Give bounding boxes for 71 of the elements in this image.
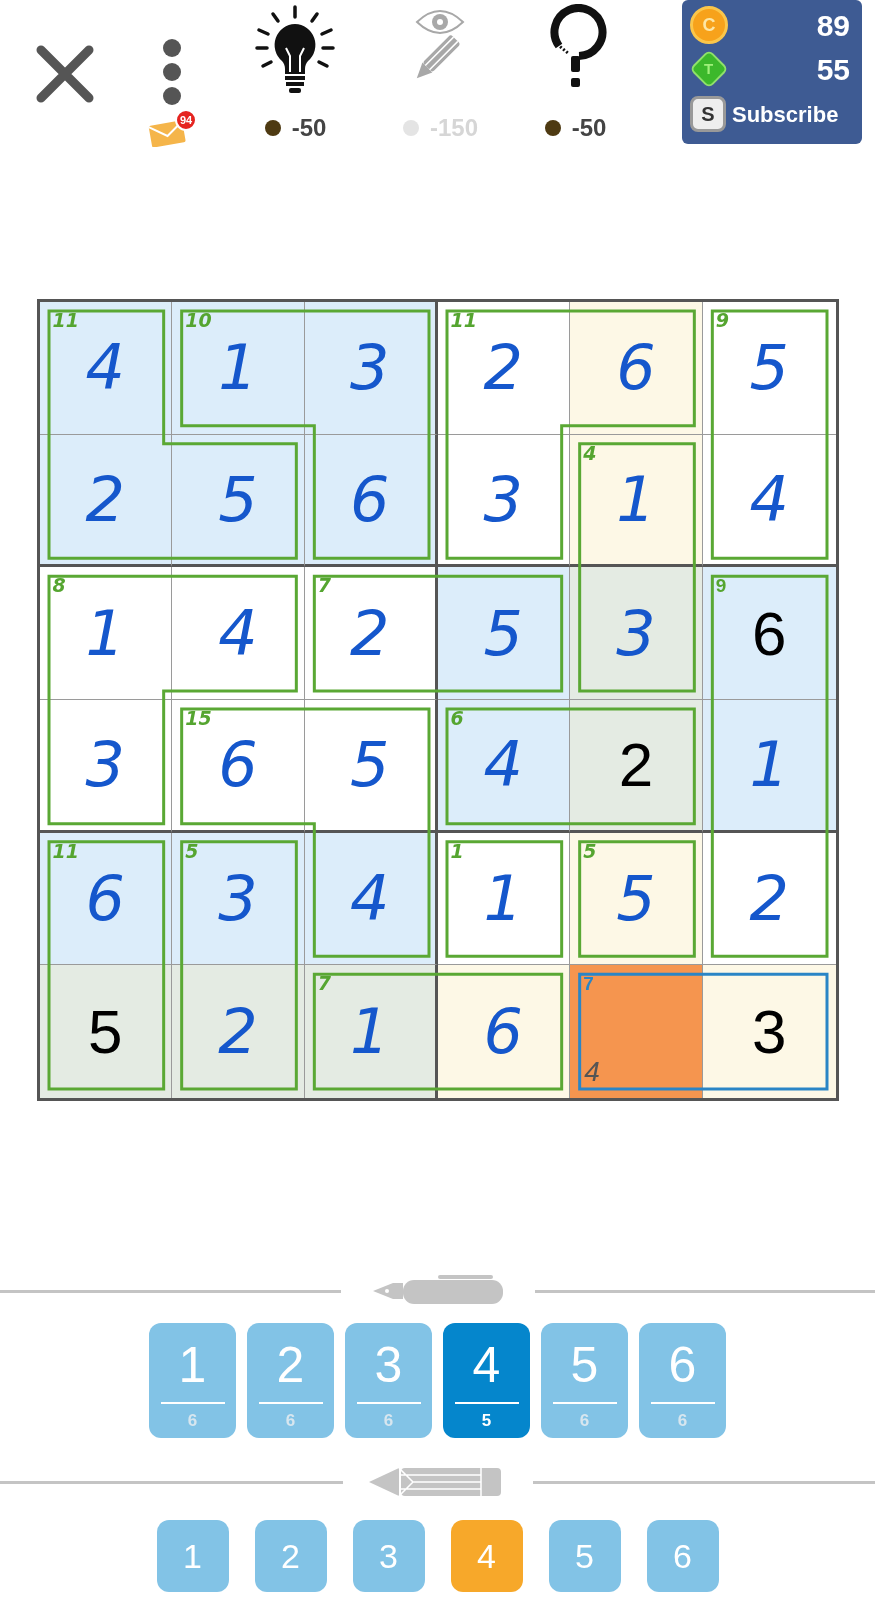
notification-badge: 94 bbox=[175, 109, 197, 131]
remaining-count: 6 bbox=[187, 1410, 198, 1432]
grid-cell[interactable]: 1 10 bbox=[172, 302, 305, 435]
grid-cell[interactable]: 7 4 bbox=[570, 965, 703, 1098]
grid-cell[interactable]: 5 bbox=[172, 434, 305, 568]
grid-cell[interactable]: 5 bbox=[437, 567, 571, 700]
grid-cell[interactable]: 3 bbox=[304, 302, 438, 435]
grid-cell[interactable]: 6 bbox=[304, 434, 438, 568]
light-bulb-icon[interactable] bbox=[253, 4, 337, 96]
remaining-count: 6 bbox=[383, 1410, 394, 1432]
cage-sum: 7 bbox=[583, 974, 594, 994]
cage-sum: 11 bbox=[52, 311, 79, 330]
menu-icon[interactable] bbox=[160, 38, 184, 106]
token-icon: T bbox=[690, 50, 728, 88]
cage-sum: 4 bbox=[583, 443, 597, 463]
grid-cell[interactable]: 1 1 bbox=[437, 832, 571, 966]
coin-icon bbox=[401, 119, 420, 137]
cage-sum: 11 bbox=[450, 311, 477, 330]
s-logo-icon: S bbox=[690, 96, 726, 132]
coin-icon bbox=[263, 119, 282, 137]
grid-cell[interactable]: 2 bbox=[39, 434, 173, 568]
grid-cell[interactable]: 6 bbox=[570, 302, 703, 435]
grid-cell[interactable]: 4 11 bbox=[39, 302, 173, 435]
grid-cell[interactable]: 3 bbox=[702, 965, 836, 1098]
grid-cell[interactable]: 2 bbox=[172, 965, 305, 1098]
remaining-count: 6 bbox=[677, 1410, 688, 1432]
grid-cell[interactable]: 3 bbox=[437, 434, 571, 568]
cage-sum: 9 bbox=[715, 576, 727, 596]
grid-cell[interactable]: 1 7 bbox=[304, 965, 438, 1098]
cost-label: -50 bbox=[571, 113, 607, 143]
grid-cell[interactable]: 1 4 bbox=[570, 434, 703, 568]
grid-cell[interactable]: 6 9 bbox=[702, 567, 836, 700]
grid-cell[interactable]: 2 11 bbox=[437, 302, 571, 435]
cage-sum: 7 bbox=[317, 974, 332, 994]
cage-sum: 5 bbox=[583, 841, 597, 861]
grid-cell[interactable]: 3 5 bbox=[172, 832, 305, 966]
grid-cell[interactable]: 4 bbox=[172, 567, 305, 700]
grid-cell[interactable]: 4 6 bbox=[437, 700, 571, 833]
grid-cell[interactable]: 2 bbox=[570, 700, 703, 833]
grid-cell[interactable]: 6 11 bbox=[39, 832, 173, 966]
remaining-count: 5 bbox=[481, 1410, 492, 1432]
cage-sum: 6 bbox=[450, 709, 464, 728]
coin-count: 89 bbox=[816, 7, 851, 44]
grid-cell[interactable]: 5 bbox=[39, 965, 173, 1098]
cage-sum: 15 bbox=[185, 709, 212, 728]
grid-cell[interactable]: 6 15 bbox=[172, 700, 305, 833]
cage-sum: 9 bbox=[715, 311, 730, 330]
remaining-count: 6 bbox=[285, 1410, 296, 1432]
coin-icon: C bbox=[690, 6, 728, 44]
cage-sum: 10 bbox=[185, 311, 212, 330]
cost-label: -50 bbox=[291, 113, 327, 143]
cage-sum: 8 bbox=[52, 576, 66, 596]
cage-sum: 7 bbox=[317, 576, 332, 596]
token-count: 55 bbox=[816, 51, 851, 88]
cage-sum: 11 bbox=[52, 841, 79, 861]
grid-cell[interactable]: 2 7 bbox=[304, 567, 438, 700]
subscribe-button[interactable]: S Subscribe bbox=[690, 93, 854, 135]
cage-sum: 1 bbox=[450, 841, 464, 861]
grid-cell[interactable]: 4 bbox=[304, 832, 438, 966]
grid-cell[interactable]: 5 5 bbox=[570, 832, 703, 966]
grid-cell[interactable]: 1 bbox=[702, 700, 836, 833]
grid-cell[interactable]: 6 bbox=[437, 965, 571, 1098]
remaining-count: 6 bbox=[579, 1410, 590, 1432]
digit-key[interactable]: 4 5 bbox=[443, 1323, 530, 1438]
grid-cell[interactable]: 3 bbox=[39, 700, 173, 833]
grid-cell[interactable]: 5 bbox=[304, 700, 438, 833]
coin-icon bbox=[543, 119, 562, 137]
grid-cell[interactable]: 3 bbox=[570, 567, 703, 700]
cage-sum: 5 bbox=[185, 841, 199, 861]
pencil-note: 4 bbox=[584, 1058, 600, 1086]
grid-cell[interactable]: 1 8 bbox=[39, 567, 173, 700]
